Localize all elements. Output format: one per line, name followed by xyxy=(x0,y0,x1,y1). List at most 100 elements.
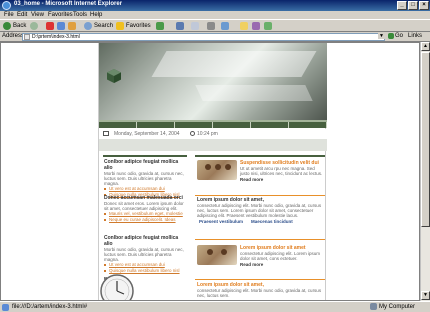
search-icon xyxy=(84,22,92,30)
menu-file[interactable]: File xyxy=(4,12,14,18)
scroll-up-button[interactable]: ▲ xyxy=(421,42,430,51)
person-figure xyxy=(225,164,231,170)
block-heading: Conlbor adipice feugiat mollica alio xyxy=(104,159,179,171)
vertical-scrollbar[interactable]: ▲ ▼ xyxy=(420,42,430,301)
browser-viewport: Monday, September 14, 2004 10:24 pm Conl… xyxy=(0,42,420,301)
block-text: Morbi nunc odio, gravida at, cursus nec,… xyxy=(104,171,184,186)
minimize-button[interactable]: _ xyxy=(397,1,407,10)
entry-body: Ut ut ametit arcu rpu nec magna. Sed jus… xyxy=(240,166,323,176)
media-button[interactable] xyxy=(156,21,164,31)
menu-view[interactable]: View xyxy=(31,12,44,18)
address-url: D:\prtem\index-3.html xyxy=(32,34,80,40)
go-arrow-icon xyxy=(388,33,394,39)
praesent-link[interactable]: Praesent vestibulum xyxy=(199,218,243,226)
edit-button[interactable] xyxy=(221,21,229,31)
gray-band xyxy=(99,139,327,151)
left-column: Conlbor adipice feugiat mollica alio Mor… xyxy=(99,155,189,300)
menu-edit[interactable]: Edit xyxy=(17,12,27,18)
read-more-link[interactable]: Read more xyxy=(240,261,324,268)
web-page: Monday, September 14, 2004 10:24 pm Conl… xyxy=(98,43,327,300)
back-arrow-icon xyxy=(3,22,11,30)
person-figure xyxy=(205,164,211,170)
security-zone: My Computer xyxy=(370,303,415,310)
search-button[interactable]: Search xyxy=(84,21,113,31)
media-icon xyxy=(156,22,164,30)
menu-favorites[interactable]: Favorites xyxy=(48,12,73,18)
forward-button[interactable] xyxy=(30,21,38,31)
zone-label: My Computer xyxy=(379,303,416,310)
scroll-thumb[interactable] xyxy=(421,52,430,227)
news-entry: Lorem ipsum dolor sit amet, consectetur … xyxy=(195,197,325,237)
clock-illustration-icon xyxy=(100,274,134,300)
maecenas-link[interactable]: Maecenas tincidunt xyxy=(251,218,293,226)
mail-button[interactable] xyxy=(191,21,199,31)
go-label: Go xyxy=(395,33,404,39)
person-figure xyxy=(207,249,213,255)
nav-item[interactable] xyxy=(137,122,175,128)
folder-button[interactable] xyxy=(240,21,248,31)
home-button[interactable] xyxy=(68,21,76,31)
banner-light-beam xyxy=(151,51,317,77)
nav-item[interactable] xyxy=(251,122,289,128)
header-banner xyxy=(99,43,327,120)
refresh-button[interactable] xyxy=(57,21,65,31)
window-title: 03_home - Microsoft Internet Explorer xyxy=(14,1,123,7)
toolbar: Back Search Favorites xyxy=(0,20,430,32)
nav-item[interactable] xyxy=(99,122,137,128)
nav-item[interactable] xyxy=(289,122,327,128)
news-entry: Lorem ipsum dolor sit amet, consectetur … xyxy=(195,282,325,300)
ie-icon xyxy=(2,1,11,10)
clock-icon xyxy=(190,131,195,136)
divider xyxy=(195,155,325,157)
address-label: Address xyxy=(2,33,25,39)
read-more-link[interactable]: Read more xyxy=(240,176,324,183)
right-column: Suspendisse sollicitudin velit dui Ut ut… xyxy=(195,155,325,300)
date-bar: Monday, September 14, 2004 10:24 pm xyxy=(99,129,327,139)
favorites-label: Favorites xyxy=(126,23,151,29)
back-button[interactable]: Back xyxy=(3,21,26,31)
orange-divider xyxy=(195,239,325,240)
address-input[interactable]: D:\prtem\index-3.html xyxy=(22,33,385,41)
window-title-bar: 03_home - Microsoft Internet Explorer _ … xyxy=(0,0,430,11)
block-link[interactable]: Neque eu curae adipiscelit. Ideas xyxy=(104,217,187,223)
menu-help[interactable]: Help xyxy=(90,12,102,18)
research-icon xyxy=(264,22,272,30)
research-button[interactable] xyxy=(264,21,272,31)
history-button[interactable] xyxy=(176,21,184,31)
messenger-button[interactable] xyxy=(252,21,260,31)
go-button[interactable]: Go xyxy=(388,33,403,39)
favorites-button[interactable]: Favorites xyxy=(116,21,151,31)
scroll-down-button[interactable]: ▼ xyxy=(421,291,430,300)
print-button[interactable] xyxy=(207,21,215,31)
banner-light-beam xyxy=(195,85,313,101)
back-label: Back xyxy=(13,23,27,29)
cube-logo-icon[interactable] xyxy=(106,68,122,84)
search-label: Search xyxy=(94,23,114,29)
print-icon xyxy=(207,22,215,30)
nav-bar xyxy=(99,120,327,128)
person-figure xyxy=(221,249,227,255)
left-block: Donec accumsan malesuada orci Donec sit … xyxy=(104,195,187,223)
people-photo xyxy=(197,160,237,180)
maximize-button[interactable]: □ xyxy=(408,1,418,10)
nav-item[interactable] xyxy=(175,122,213,128)
menu-tools[interactable]: Tools xyxy=(73,12,87,18)
status-bar: file:///D:/artem/index-3.html# My Comput… xyxy=(0,301,430,312)
forward-arrow-icon xyxy=(30,22,38,30)
nav-item[interactable] xyxy=(213,122,251,128)
block-text: Donec sit amet eros. Lorem ipsum dolor s… xyxy=(104,201,184,211)
current-time: 10:24 pm xyxy=(197,131,218,137)
address-bar: Address D:\prtem\index-3.html ▼ Go Links xyxy=(0,32,430,42)
stop-button[interactable] xyxy=(46,21,54,31)
menu-bar: File Edit View Favorites Tools Help xyxy=(0,11,430,20)
person-figure xyxy=(215,164,221,170)
links-button[interactable]: Links xyxy=(408,33,422,39)
news-entry: Lorem ipsum dolor sit amet consectetur a… xyxy=(195,243,325,277)
block-heading: Conlbor adipice feugiat mollica alio xyxy=(104,235,179,247)
calendar-icon xyxy=(103,131,109,136)
entry-body: consectetur adipiscing elit. Morbi nunc … xyxy=(197,288,322,298)
address-dropdown-button[interactable]: ▼ xyxy=(378,33,385,39)
star-icon xyxy=(116,22,124,30)
divider xyxy=(103,155,187,157)
close-button[interactable]: × xyxy=(419,1,429,10)
